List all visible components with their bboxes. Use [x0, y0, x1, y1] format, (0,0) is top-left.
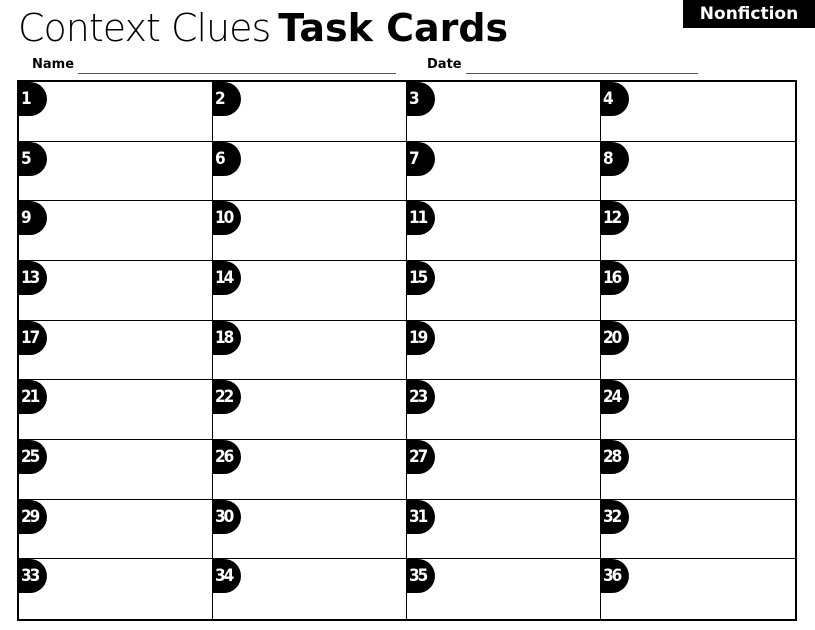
answer-cell[interactable]: 23	[407, 380, 601, 440]
card-number-badge: 14	[213, 261, 241, 295]
card-number-badge: 7	[407, 141, 435, 176]
card-number-badge: 27	[407, 440, 435, 474]
card-number-badge: 33	[19, 559, 47, 594]
answer-cell[interactable]: 2	[213, 82, 407, 142]
answer-cell[interactable]: 29	[19, 499, 213, 560]
card-number-badge: 16	[601, 261, 629, 295]
card-number-badge: 20	[601, 320, 629, 355]
date-label: Date	[427, 57, 462, 72]
answer-cell[interactable]: 31	[407, 499, 601, 560]
answer-cell[interactable]: 1	[19, 82, 213, 142]
card-number-badge: 30	[213, 499, 241, 534]
card-number-badge: 36	[601, 559, 629, 594]
date-line[interactable]	[465, 59, 698, 74]
card-number-badge: 18	[213, 320, 241, 355]
answer-cell[interactable]: 9	[19, 201, 213, 261]
card-number-badge: 6	[213, 141, 241, 176]
answer-cell[interactable]: 35	[407, 559, 601, 619]
name-field[interactable]: Name	[32, 56, 397, 74]
card-number-badge: 1	[19, 82, 47, 116]
answer-cell[interactable]: 22	[213, 380, 407, 440]
card-number-badge: 32	[601, 499, 629, 534]
answer-cell[interactable]: 8	[601, 141, 795, 202]
answer-cell[interactable]: 30	[213, 499, 407, 560]
card-number-badge: 25	[19, 440, 47, 474]
card-number-badge: 5	[19, 141, 47, 176]
card-number-badge: 13	[19, 261, 47, 295]
answer-cell[interactable]: 34	[213, 559, 407, 619]
card-number-badge: 34	[213, 559, 241, 594]
answer-cell[interactable]: 27	[407, 440, 601, 500]
card-number-badge: 8	[601, 141, 629, 176]
page-title: Context Clues Task Cards	[18, 6, 508, 50]
answer-cell[interactable]: 36	[601, 559, 795, 619]
answer-cell[interactable]: 17	[19, 320, 213, 381]
answer-cell[interactable]: 7	[407, 141, 601, 202]
answer-cell[interactable]: 28	[601, 440, 795, 500]
card-number-badge: 26	[213, 440, 241, 474]
answer-cell[interactable]: 10	[213, 201, 407, 261]
card-number-badge: 2	[213, 82, 241, 116]
card-number-badge: 9	[19, 201, 47, 236]
answer-cell[interactable]: 12	[601, 201, 795, 261]
name-label: Name	[32, 57, 75, 72]
answer-cell[interactable]: 19	[407, 320, 601, 381]
answer-cell[interactable]: 4	[601, 82, 795, 142]
name-line[interactable]	[78, 59, 397, 74]
card-number-badge: 28	[601, 440, 629, 474]
answer-cell[interactable]: 18	[213, 320, 407, 381]
card-number-badge: 21	[19, 380, 47, 415]
card-number-badge: 35	[407, 559, 435, 594]
card-number-badge: 10	[213, 201, 241, 236]
answer-cell[interactable]: 21	[19, 380, 213, 440]
card-number-badge: 19	[407, 320, 435, 355]
answer-cell[interactable]: 20	[601, 320, 795, 381]
card-number-badge: 4	[601, 82, 629, 116]
answer-cell[interactable]: 6	[213, 141, 407, 202]
answer-cell[interactable]: 3	[407, 82, 601, 142]
answer-cell[interactable]: 5	[19, 141, 213, 202]
card-number-badge: 29	[19, 499, 47, 534]
answer-cell[interactable]: 15	[407, 261, 601, 321]
answer-cell[interactable]: 14	[213, 261, 407, 321]
card-number-badge: 31	[407, 499, 435, 534]
answer-cell[interactable]: 11	[407, 201, 601, 261]
card-number-badge: 17	[19, 320, 47, 355]
genre-badge: Nonfiction	[683, 0, 815, 28]
card-number-badge: 11	[407, 201, 435, 236]
date-field[interactable]: Date	[427, 56, 698, 74]
answer-cell[interactable]: 24	[601, 380, 795, 440]
answer-cell[interactable]: 25	[19, 440, 213, 500]
answer-grid: 1 2 3 4 5 6 7 8 9 10 11 12 13 14 15 16 17 18 19 20 21 22 23 24 2…	[17, 80, 797, 621]
card-number-badge: 3	[407, 82, 435, 116]
card-number-badge: 15	[407, 261, 435, 295]
answer-cell[interactable]: 16	[601, 261, 795, 321]
card-number-badge: 23	[407, 380, 435, 415]
answer-cell[interactable]: 32	[601, 499, 795, 560]
answer-cell[interactable]: 13	[19, 261, 213, 321]
answer-cell[interactable]: 26	[213, 440, 407, 500]
answer-cell[interactable]: 33	[19, 559, 213, 619]
card-number-badge: 22	[213, 380, 241, 415]
title-bold: Task Cards	[278, 6, 509, 50]
card-number-badge: 24	[601, 380, 629, 415]
card-number-badge: 12	[601, 201, 629, 236]
title-light: Context Clues	[18, 6, 271, 50]
